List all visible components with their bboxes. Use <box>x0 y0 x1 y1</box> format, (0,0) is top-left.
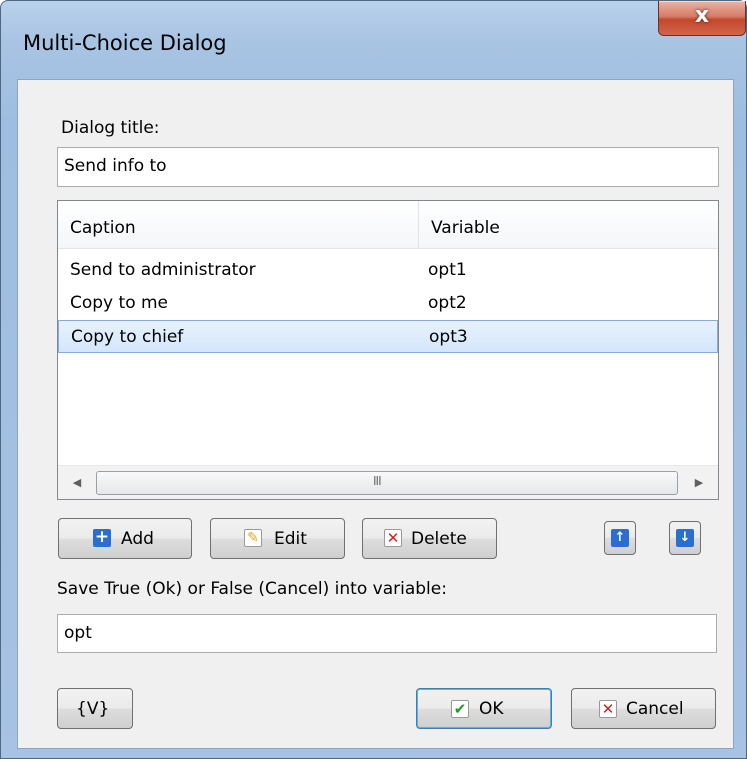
options-list[interactable]: Caption Variable Send to administrator o… <box>57 200 719 500</box>
delete-button-label: Delete <box>411 529 467 549</box>
pencil-icon: ✎ <box>244 529 262 547</box>
add-button-label: Add <box>121 529 154 549</box>
move-down-button[interactable]: ↓ <box>669 521 701 555</box>
close-icon: x <box>694 3 710 28</box>
scrollbar-thumb[interactable]: III <box>96 471 678 495</box>
thumb-grip-icon: III <box>373 474 382 488</box>
column-header-caption[interactable]: Caption <box>58 201 418 249</box>
variables-button[interactable]: {V} <box>57 688 133 729</box>
row-caption: Copy to me <box>70 293 169 313</box>
plus-icon: + <box>93 527 111 547</box>
row-variable: opt3 <box>429 327 468 347</box>
row-variable: opt2 <box>428 293 467 313</box>
arrow-up-icon: ↑ <box>611 529 629 547</box>
edit-button[interactable]: ✎ Edit <box>210 518 345 559</box>
close-button[interactable]: x <box>658 1 746 36</box>
delete-x-icon: ✕ <box>384 529 402 547</box>
list-row[interactable]: Copy to me opt2 <box>58 287 718 320</box>
horizontal-scrollbar[interactable]: ◀ III ▶ <box>58 465 718 499</box>
add-button[interactable]: + Add <box>58 518 192 559</box>
scroll-right-icon[interactable]: ▶ <box>680 466 718 499</box>
cancel-x-icon: ✕ <box>599 700 617 718</box>
edit-button-label: Edit <box>274 529 307 549</box>
dialog-title-label: Dialog title: <box>61 118 160 138</box>
ok-button-label: OK <box>479 699 504 719</box>
move-up-button[interactable]: ↑ <box>604 521 636 555</box>
window-title: Multi-Choice Dialog <box>23 31 227 55</box>
delete-button[interactable]: ✕ Delete <box>362 518 497 559</box>
dialog-title-input[interactable]: Send info to <box>57 147 719 187</box>
save-variable-input[interactable]: opt <box>57 614 717 653</box>
list-row[interactable]: Send to administrator opt1 <box>58 254 718 287</box>
row-variable: opt1 <box>428 260 467 280</box>
save-result-label: Save True (Ok) or False (Cancel) into va… <box>57 579 447 599</box>
row-caption: Send to administrator <box>70 260 256 280</box>
cancel-button-label: Cancel <box>626 699 684 719</box>
cancel-button[interactable]: ✕ Cancel <box>571 688 716 729</box>
ok-button[interactable]: ✔ OK <box>416 688 552 729</box>
row-caption: Copy to chief <box>71 327 184 347</box>
scroll-left-icon[interactable]: ◀ <box>58 466 96 499</box>
variables-button-label: {V} <box>76 699 110 719</box>
checkmark-icon: ✔ <box>451 700 469 718</box>
arrow-down-icon: ↓ <box>676 529 694 547</box>
column-header-variable[interactable]: Variable <box>419 201 718 249</box>
list-row-selected[interactable]: Copy to chief opt3 <box>58 320 718 353</box>
